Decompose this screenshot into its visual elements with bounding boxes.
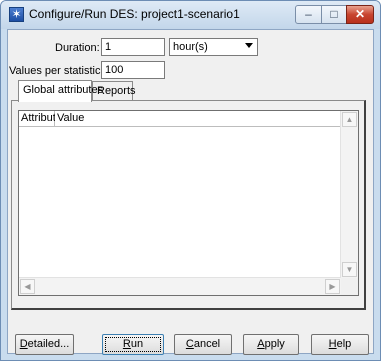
- values-per-statistic-input[interactable]: 100: [101, 61, 165, 79]
- column-header-attribute[interactable]: Attribute: [19, 111, 62, 127]
- title-bar[interactable]: ✶ Configure/Run DES: project1-scenario1 …: [1, 1, 380, 29]
- help-button[interactable]: Help: [311, 334, 369, 355]
- button-label-key: H: [328, 338, 337, 350]
- attributes-table[interactable]: Attribute Value ▲ ▼ ◀ ▶: [18, 110, 359, 296]
- duration-unit-value: hour(s): [173, 41, 208, 53]
- focus-rectangle: [105, 337, 161, 352]
- scroll-up-icon[interactable]: ▲: [342, 112, 357, 127]
- button-label-post: elp: [336, 338, 352, 350]
- cancel-button[interactable]: Cancel: [174, 334, 232, 355]
- button-label-key: D: [19, 338, 28, 350]
- scroll-right-icon[interactable]: ▶: [325, 279, 340, 294]
- apply-button[interactable]: Apply: [243, 334, 299, 355]
- minimize-button[interactable]: –: [295, 5, 322, 24]
- tab-panel-global-attributes: Attribute Value ▲ ▼ ◀ ▶: [11, 100, 366, 310]
- window-title: Configure/Run DES: project1-scenario1: [29, 7, 240, 21]
- tab-global-attributes[interactable]: Global attributes: [18, 80, 103, 102]
- scrollbar-corner: [341, 278, 358, 295]
- scroll-left-icon[interactable]: ◀: [20, 279, 35, 294]
- vertical-scrollbar[interactable]: ▲ ▼: [340, 111, 358, 278]
- maximize-button[interactable]: □: [321, 5, 347, 24]
- tab-label: Global attributes: [23, 84, 104, 96]
- close-button[interactable]: ✕: [346, 5, 374, 24]
- duration-input[interactable]: 1: [101, 38, 165, 56]
- des-star-icon: ✶: [9, 7, 24, 22]
- chevron-down-icon[interactable]: [245, 43, 253, 48]
- button-label-key: A: [257, 338, 265, 350]
- button-label-post: pply: [264, 338, 285, 350]
- dialog-window: ✶ Configure/Run DES: project1-scenario1 …: [0, 0, 381, 361]
- duration-unit-select[interactable]: hour(s): [169, 38, 258, 56]
- horizontal-scrollbar[interactable]: ◀ ▶: [19, 277, 341, 295]
- run-button[interactable]: Run: [102, 334, 164, 355]
- button-label-key: C: [185, 338, 194, 350]
- button-label-post: etailed...: [27, 338, 70, 350]
- values-per-statistic-label: Values per statistic:: [9, 65, 104, 77]
- button-label-post: ancel: [193, 338, 221, 350]
- detailed-button[interactable]: Detailed...: [15, 334, 74, 355]
- column-header-value[interactable]: Value: [55, 111, 341, 127]
- scroll-down-icon[interactable]: ▼: [342, 262, 357, 277]
- duration-label: Duration:: [55, 42, 100, 54]
